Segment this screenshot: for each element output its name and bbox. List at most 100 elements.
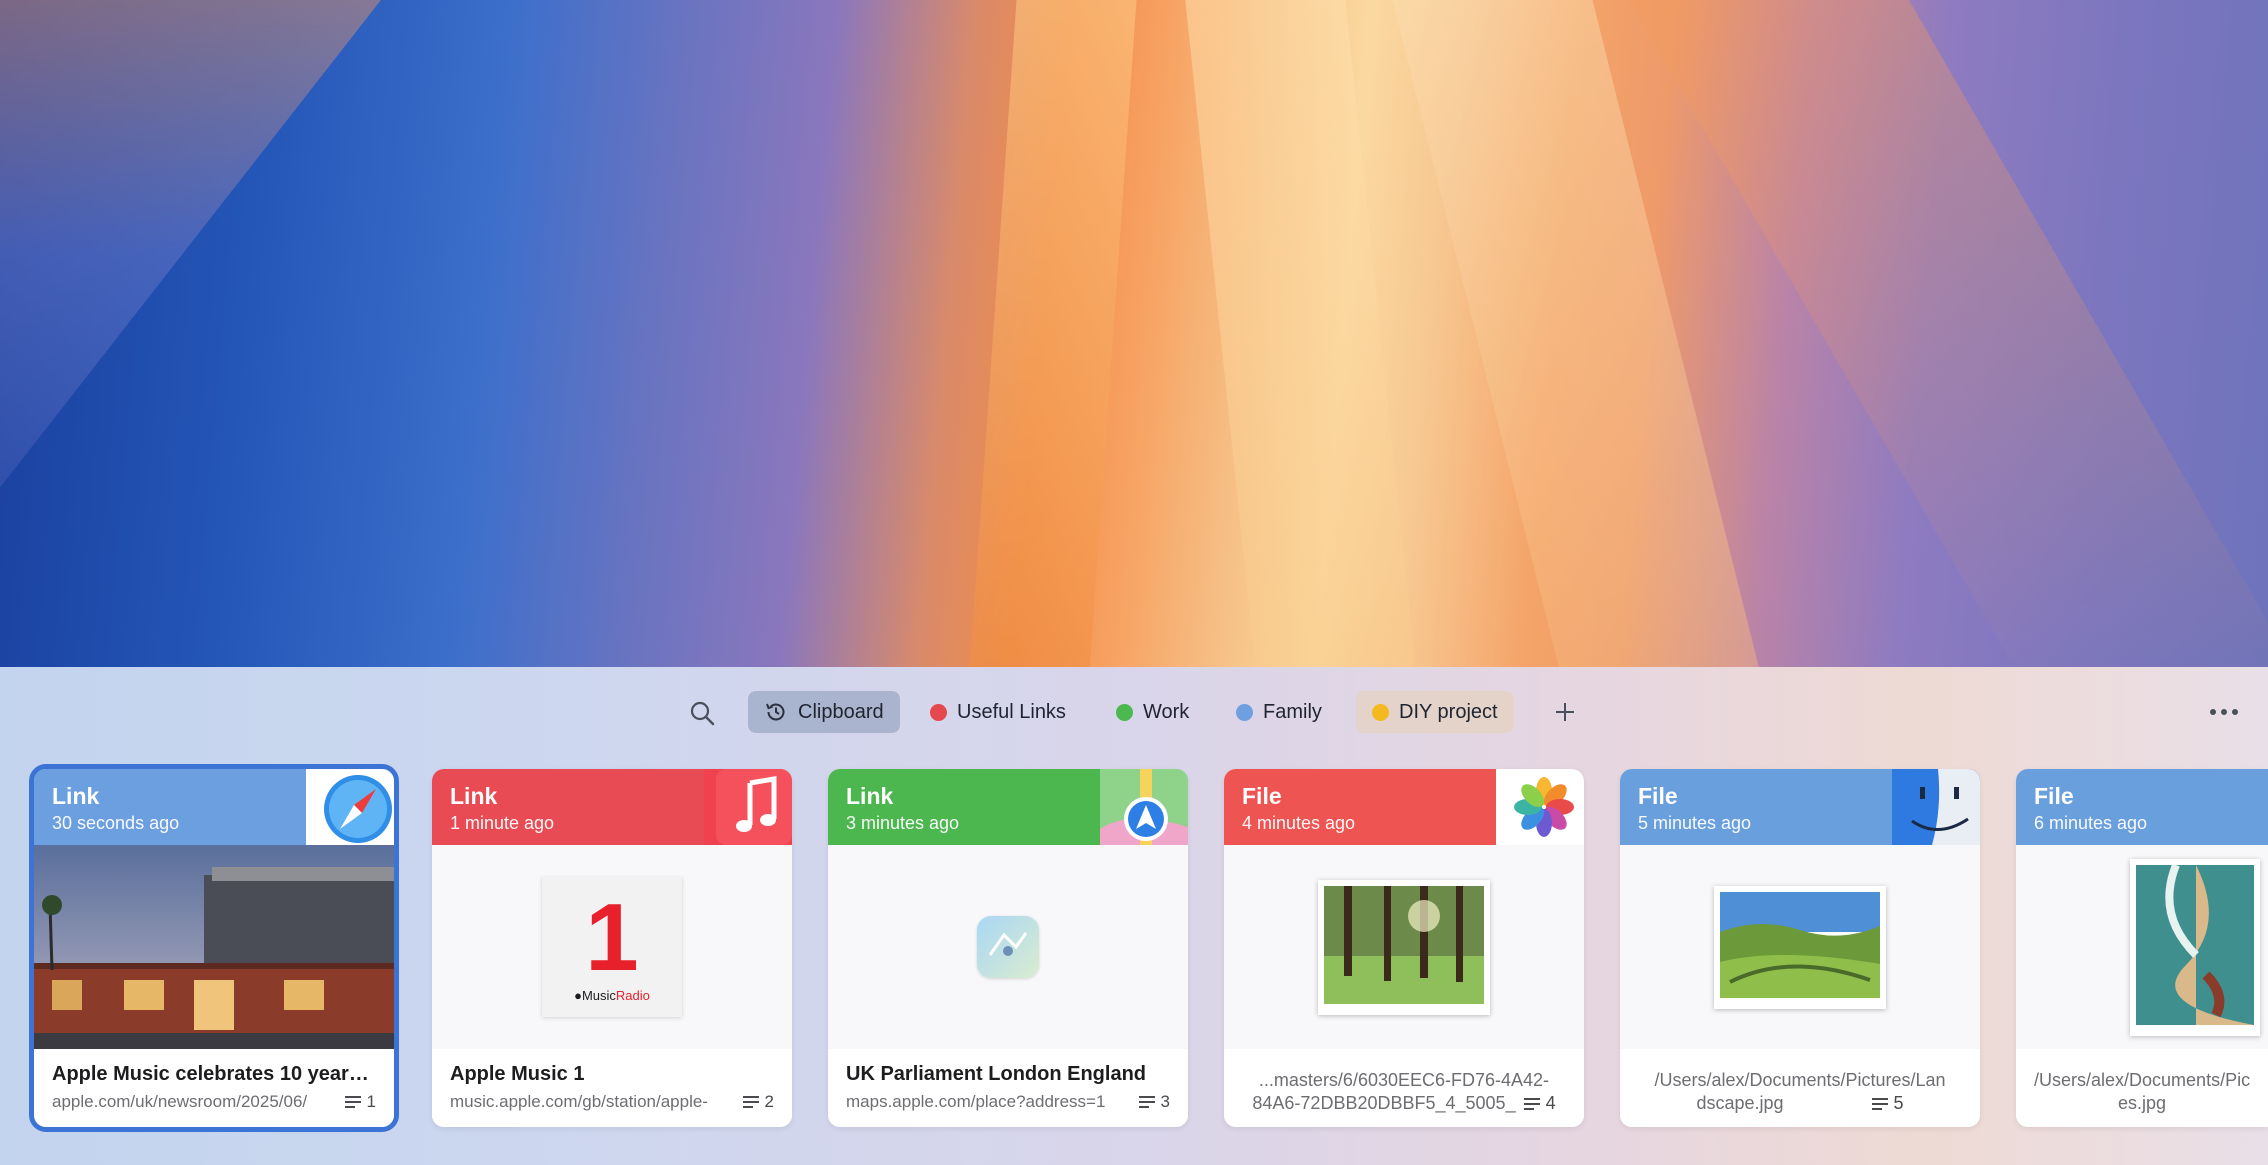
card-url: apple.com/uk/newsroom/2025/06/	[52, 1092, 308, 1111]
text-lines-icon	[1871, 1097, 1888, 1110]
card-title: Apple Music 1	[450, 1063, 585, 1085]
card-header: Link 30 seconds ago	[34, 769, 394, 845]
card-time: 3 minutes ago	[846, 813, 960, 833]
card-time: 6 minutes ago	[2034, 813, 2148, 833]
link-preview-image	[34, 845, 394, 1049]
card-url: maps.apple.com/place?address=1	[846, 1092, 1106, 1111]
card-title: Apple Music celebrates 10 years...	[52, 1063, 376, 1085]
plus-icon[interactable]	[1548, 695, 1582, 729]
image-thumbnail	[1714, 885, 1886, 1009]
file-path-line: ...masters/6/6030EEC6-FD76-4A42-	[1258, 1070, 1550, 1090]
history-clock-icon	[766, 703, 785, 721]
wallpaper-ray	[1180, 0, 1420, 667]
clipboard-panel: Clipboard Useful Links Work Family DIY p…	[0, 667, 2268, 1165]
image-thumbnail	[1318, 879, 1490, 1015]
text-lines-icon	[742, 1096, 759, 1108]
maps-thumbnail-icon	[977, 916, 1039, 978]
photos-icon	[1496, 769, 1584, 845]
text-lines-icon	[344, 1096, 361, 1108]
color-dot	[1372, 703, 1389, 721]
card-footer: /Users/alex/Documents/Pic es.jpg	[2016, 1049, 2268, 1127]
text-lines-icon	[1523, 1097, 1540, 1110]
card-count: 4	[1545, 1093, 1556, 1113]
card-type: File	[1242, 783, 1282, 809]
card-index: 2	[742, 1092, 774, 1112]
music-icon	[704, 769, 792, 845]
file-path-line: 84A6-72DBB20DBBF5_4_5005_	[1252, 1093, 1516, 1113]
music-radio-artwork: 1 ●MusicRadio	[542, 877, 682, 1017]
clipboard-card[interactable]: Link 1 minute ago 1 ●MusicRadio Apple Mu	[432, 769, 792, 1127]
file-path-line: es.jpg	[2117, 1093, 2167, 1113]
file-preview	[1620, 845, 1980, 1049]
card-count: 2	[764, 1092, 774, 1111]
file-preview	[1224, 845, 1584, 1049]
card-type: Link	[450, 783, 498, 809]
card-footer: UK Parliament London England maps.apple.…	[828, 1049, 1188, 1127]
maps-icon	[1100, 769, 1188, 845]
card-header: File 5 minutes ago	[1620, 769, 1980, 845]
finder-icon	[1892, 769, 1980, 845]
wallpaper-ray	[966, 0, 1140, 667]
card-header: Link 3 minutes ago	[828, 769, 1188, 845]
ellipsis-icon[interactable]	[2204, 695, 2244, 729]
card-index: 1	[344, 1092, 376, 1112]
magnifier-icon[interactable]	[686, 697, 718, 729]
card-footer: ...masters/6/6030EEC6-FD76-4A42- 84A6-72…	[1224, 1049, 1584, 1127]
tab-clipboard[interactable]: Clipboard	[748, 691, 900, 733]
card-type: Link	[846, 783, 894, 809]
tab-diy-project[interactable]: DIY project	[1356, 691, 1514, 733]
card-count: 5	[1893, 1093, 1904, 1113]
tab-label: Clipboard	[798, 700, 884, 723]
image-thumbnail	[2130, 858, 2260, 1036]
text-lines-icon	[1138, 1096, 1155, 1108]
card-count: 1	[366, 1092, 376, 1111]
artwork-brand: ●MusicRadio	[574, 988, 650, 1003]
color-dot	[1236, 703, 1253, 721]
card-time: 30 seconds ago	[52, 813, 180, 833]
tab-label: Useful Links	[957, 700, 1066, 723]
card-header: Link 1 minute ago	[432, 769, 792, 845]
clipboard-card[interactable]: Link 30 seconds ago Apple Music celebrat…	[29, 764, 399, 1132]
file-path-line: /Users/alex/Documents/Pictures/Lan	[1654, 1070, 1946, 1090]
card-header: File 6 minutes ago	[2016, 769, 2268, 845]
tab-family[interactable]: Family	[1220, 691, 1338, 733]
clipboard-card[interactable]: File 6 minutes ago /Users/alex/Documents…	[2016, 769, 2268, 1127]
desktop-wallpaper	[0, 0, 2268, 667]
tab-useful-links[interactable]: Useful Links	[914, 691, 1082, 733]
card-footer: /Users/alex/Documents/Pictures/Lan dscap…	[1620, 1049, 1980, 1127]
card-footer: Apple Music celebrates 10 years... apple…	[34, 1049, 394, 1127]
clipboard-card[interactable]: Link 3 minutes ago UK Parliament London …	[828, 769, 1188, 1127]
file-path-line: dscape.jpg	[1696, 1093, 1784, 1113]
apple-logo-icon: ●	[574, 987, 582, 1003]
file-path-line: /Users/alex/Documents/Pic	[2034, 1070, 2251, 1090]
clipboard-card[interactable]: File 5 minutes ago /Users/alex/Documents…	[1620, 769, 1980, 1127]
card-type: Link	[52, 783, 100, 809]
card-time: 1 minute ago	[450, 813, 555, 833]
brand-accent: Radio	[615, 987, 650, 1003]
card-count: 3	[1160, 1092, 1170, 1111]
link-preview: 1 ●MusicRadio	[432, 845, 792, 1049]
card-type: File	[1638, 783, 1678, 809]
link-preview	[828, 845, 1188, 1049]
wallpaper-ray	[0, 0, 420, 667]
card-url: music.apple.com/gb/station/apple-	[450, 1092, 708, 1111]
toolbar: Clipboard Useful Links Work Family DIY p…	[0, 689, 2268, 733]
card-index: 3	[1138, 1092, 1170, 1112]
file-preview	[2016, 845, 2268, 1049]
tab-label: Family	[1263, 700, 1322, 723]
card-time: 5 minutes ago	[1638, 813, 1752, 833]
brand-text: Music	[581, 987, 616, 1003]
card-footer: Apple Music 1 music.apple.com/gb/station…	[432, 1049, 792, 1127]
card-title: UK Parliament London England	[846, 1063, 1147, 1085]
card-index: 4	[1523, 1092, 1556, 1115]
card-type: File	[2034, 783, 2074, 809]
card-index: 5	[1871, 1092, 1904, 1115]
color-dot	[1116, 703, 1133, 721]
artwork-number: 1	[585, 883, 639, 991]
tab-work[interactable]: Work	[1100, 691, 1205, 733]
tab-label: Work	[1143, 700, 1190, 723]
card-header: File 4 minutes ago	[1224, 769, 1584, 845]
color-dot	[930, 703, 947, 721]
clipboard-card[interactable]: File 4 minutes ago ...masters/6/6030EEC6…	[1224, 769, 1584, 1127]
safari-icon	[306, 769, 394, 845]
